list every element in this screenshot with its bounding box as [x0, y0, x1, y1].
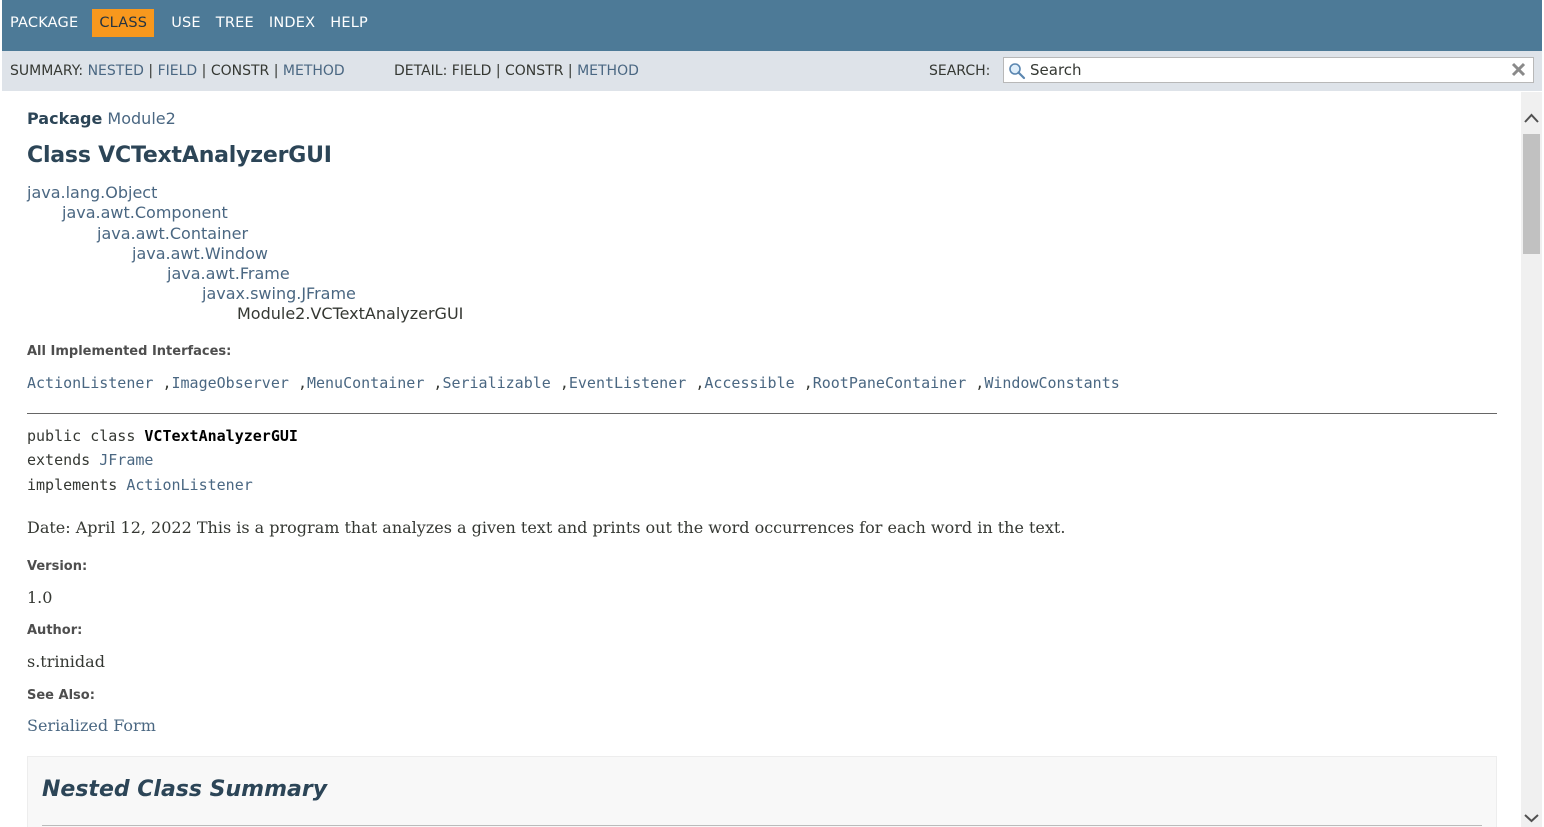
search-box[interactable]: [1003, 57, 1534, 83]
implements-line: implements ActionListener: [27, 476, 253, 494]
class-signature: public class VCTextAnalyzerGUI: [27, 427, 298, 445]
separator: |: [148, 63, 154, 79]
package-link[interactable]: Module2: [107, 109, 175, 128]
see-also-heading: See Also:: [27, 688, 95, 703]
inheritance-link[interactable]: java.awt.Window: [132, 244, 268, 263]
detail-label: DETAIL:: [394, 63, 448, 79]
interface-link[interactable]: ImageObserver: [172, 374, 289, 392]
interface-link[interactable]: Accessible: [704, 374, 794, 392]
package-line: Package Module2: [27, 109, 176, 128]
interface-separator: ,: [975, 374, 985, 392]
interface-link[interactable]: Serializable: [442, 374, 550, 392]
nav-use[interactable]: USE: [171, 10, 201, 36]
extends-link[interactable]: JFrame: [99, 451, 153, 469]
detail-links: DETAIL: FIELD | CONSTR | METHOD: [394, 63, 639, 79]
interface-separator: ,: [559, 374, 569, 392]
implements-keyword: implements: [27, 476, 127, 494]
interface-link[interactable]: WindowConstants: [984, 374, 1119, 392]
vertical-scrollbar[interactable]: [1521, 92, 1542, 827]
separator: |: [273, 63, 279, 79]
divider: [27, 413, 1497, 414]
top-nav-bar: PACKAGE CLASS USE TREE INDEX HELP: [2, 0, 1542, 51]
scroll-down-icon[interactable]: [1523, 808, 1540, 827]
interface-separator: ,: [803, 374, 813, 392]
serialized-form-link[interactable]: Serialized Form: [27, 716, 156, 735]
interface-separator: ,: [695, 374, 705, 392]
nav-help[interactable]: HELP: [330, 10, 368, 36]
summary-nested-link[interactable]: NESTED: [88, 63, 144, 79]
package-label: Package: [27, 109, 103, 128]
inheritance-current-class: Module2.VCTextAnalyzerGUI: [237, 304, 464, 323]
inheritance-link[interactable]: java.awt.Component: [62, 203, 228, 222]
inheritance-link[interactable]: java.awt.Frame: [167, 264, 290, 283]
summary-label: SUMMARY:: [10, 63, 84, 79]
page-title: Class VCTextAnalyzerGUI: [27, 143, 332, 168]
search-icon: [1008, 62, 1026, 84]
summary-field-link[interactable]: FIELD: [158, 63, 198, 79]
nav-class[interactable]: CLASS: [92, 8, 155, 37]
divider: [42, 825, 1482, 826]
summary-method-link[interactable]: METHOD: [283, 63, 345, 79]
signature-class-name: VCTextAnalyzerGUI: [144, 427, 298, 445]
search-label: SEARCH:: [929, 63, 991, 79]
separator: |: [495, 63, 501, 79]
scroll-up-icon[interactable]: [1523, 110, 1540, 129]
detail-field-label: FIELD: [451, 63, 492, 79]
scrollbar-thumb[interactable]: [1523, 134, 1540, 254]
detail-constr-label: CONSTR: [505, 63, 564, 79]
interface-separator: ,: [162, 374, 172, 392]
version-value: 1.0: [27, 588, 53, 607]
inheritance-link[interactable]: java.lang.Object: [27, 183, 157, 202]
interfaces-heading: All Implemented Interfaces:: [27, 344, 232, 359]
nav-index[interactable]: INDEX: [269, 10, 315, 36]
extends-keyword: extends: [27, 451, 100, 469]
author-heading: Author:: [27, 623, 83, 638]
author-value: s.trinidad: [27, 652, 105, 671]
signature-prefix: public class: [27, 427, 145, 445]
interface-separator: ,: [297, 374, 307, 392]
separator: |: [201, 63, 207, 79]
clear-search-icon[interactable]: [1510, 61, 1527, 82]
version-heading: Version:: [27, 559, 88, 574]
interface-link[interactable]: ActionListener: [27, 374, 153, 392]
interface-link[interactable]: EventListener: [569, 374, 686, 392]
summary-constr-label: CONSTR: [210, 63, 270, 79]
separator: |: [567, 63, 573, 79]
nested-class-summary: Nested Class Summary: [27, 756, 1497, 827]
summary-links: SUMMARY: NESTED | FIELD | CONSTR | METHO…: [10, 63, 345, 79]
detail-method-link[interactable]: METHOD: [577, 63, 639, 79]
inheritance-link[interactable]: java.awt.Container: [97, 224, 248, 243]
inheritance-link[interactable]: javax.swing.JFrame: [202, 284, 356, 303]
nested-summary-title: Nested Class Summary: [42, 777, 328, 802]
nav-tree[interactable]: TREE: [216, 10, 254, 36]
interface-link[interactable]: MenuContainer: [307, 374, 424, 392]
class-description: Date: April 12, 2022 This is a program t…: [27, 518, 1066, 537]
search-input[interactable]: [1030, 60, 1500, 80]
extends-line: extends JFrame: [27, 451, 153, 469]
interfaces-list: ActionListener ,ImageObserver ,MenuConta…: [27, 374, 1120, 392]
interface-link[interactable]: RootPaneContainer: [813, 374, 967, 392]
implements-link[interactable]: ActionListener: [126, 476, 252, 494]
nav-package[interactable]: PACKAGE: [10, 10, 78, 36]
